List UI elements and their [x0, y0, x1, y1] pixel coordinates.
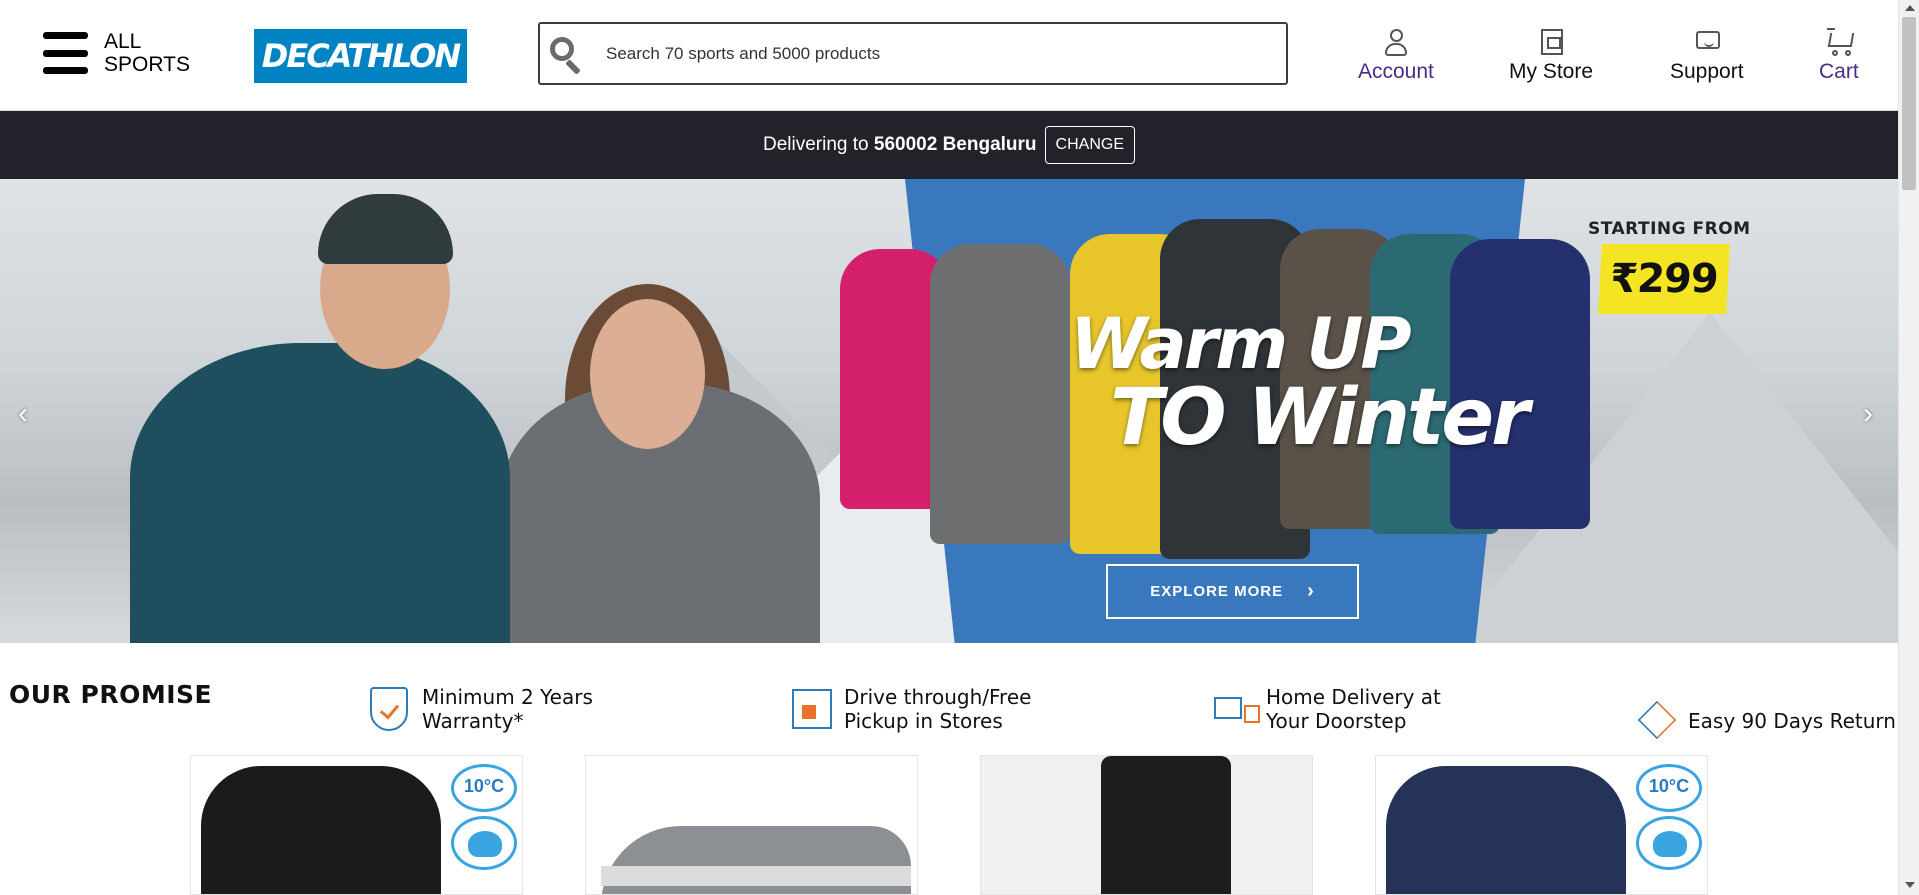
change-location-button[interactable]: CHANGE [1044, 126, 1135, 164]
page-scrollbar[interactable] [1898, 0, 1919, 895]
explore-more-label: EXPLORE MORE [1150, 583, 1284, 600]
starting-from-label: STARTING FROM [1588, 219, 1751, 239]
my-store-link[interactable]: My Store [1509, 26, 1593, 84]
delivery-location-bar: Delivering to 560002 Bengaluru CHANGE [0, 111, 1898, 179]
all-sports-menu-button[interactable]: ALL SPORTS [43, 30, 190, 76]
eco-design-icon [1636, 816, 1702, 870]
product-card[interactable] [980, 755, 1313, 895]
promise-line: Easy 90 Days Return [1688, 709, 1896, 733]
account-icon [1380, 26, 1412, 58]
hero-title-line1: Warm UP [1070, 303, 1412, 385]
temperature-badge: 10°C [1636, 764, 1702, 812]
support-label: Support [1670, 60, 1744, 83]
menu-label-line1: ALL [104, 30, 142, 53]
chevron-right-icon: › [1307, 580, 1315, 602]
scroll-down-arrow-icon[interactable] [1905, 882, 1915, 888]
promise-warranty-text: Minimum 2 Years Warranty* [422, 685, 593, 733]
search-icon[interactable] [546, 34, 586, 75]
store-icon [1535, 26, 1567, 58]
site-header: ALL SPORTS DECATHLON Account My Store Su… [0, 0, 1898, 111]
promise-returns-text: Easy 90 Days Return [1688, 709, 1896, 733]
scroll-up-arrow-icon[interactable] [1905, 5, 1915, 11]
warranty-shield-icon [368, 685, 412, 733]
scrollbar-thumb[interactable] [1902, 17, 1916, 190]
account-label: Account [1358, 60, 1434, 83]
promise-line: Pickup in Stores [844, 709, 1003, 733]
cart-icon [1823, 26, 1855, 58]
account-link[interactable]: Account [1358, 26, 1434, 84]
product-card[interactable]: 10°C [1375, 755, 1708, 895]
promise-line: Home Delivery at [1266, 685, 1441, 709]
product-image-track-pants [1101, 756, 1231, 894]
delivery-text: Delivering to 560002 Bengaluru [763, 134, 1037, 156]
product-image-navy-jacket [1386, 766, 1626, 894]
cart-label: Cart [1819, 60, 1859, 83]
carousel-prev-arrow-icon[interactable]: ‹ [18, 397, 28, 431]
return-arrows-icon [1634, 697, 1678, 745]
promise-pickup-text: Drive through/Free Pickup in Stores [844, 685, 1031, 733]
temperature-badge: 10°C [451, 764, 517, 812]
promise-line: Warranty* [422, 709, 524, 733]
explore-more-button[interactable]: EXPLORE MORE › [1106, 564, 1359, 619]
promise-line: Drive through/Free [844, 685, 1032, 709]
our-promise-section: OUR PROMISE Minimum 2 Years Warranty* Dr… [0, 643, 1898, 753]
price-badge: ₹299 [1598, 244, 1730, 314]
hero-carousel[interactable]: Warm UP TO Winter STARTING FROM ₹299 EXP… [0, 179, 1898, 643]
promise-line: Minimum 2 Years [422, 685, 593, 709]
support-link[interactable]: Support [1670, 26, 1744, 84]
product-image-running-shoe [601, 826, 911, 894]
promise-item-warranty: Minimum 2 Years Warranty* [368, 685, 593, 733]
hiker-man [130, 343, 510, 643]
product-image-black-jacket [201, 766, 441, 894]
promise-delivery-text: Home Delivery at Your Doorstep [1266, 685, 1441, 733]
support-chat-icon [1691, 26, 1723, 58]
search-bar [538, 22, 1288, 85]
jacket-grey [930, 244, 1070, 544]
promise-item-returns: Easy 90 Days Return [1634, 697, 1896, 745]
carousel-next-arrow-icon[interactable]: › [1863, 397, 1873, 431]
all-sports-label: ALL SPORTS [104, 30, 190, 76]
hero-title: Warm UP TO Winter [1070, 303, 1530, 463]
product-card[interactable]: 10°C [190, 755, 523, 895]
cart-link[interactable]: Cart [1819, 26, 1859, 84]
eco-design-icon [451, 816, 517, 870]
hamburger-icon [43, 32, 88, 74]
promise-title: OUR PROMISE [9, 680, 213, 709]
promise-line: Your Doorstep [1266, 709, 1407, 733]
promise-item-pickup: Drive through/Free Pickup in Stores [790, 685, 1031, 733]
decathlon-logo[interactable]: DECATHLON [254, 29, 467, 83]
hiker-woman-face [590, 299, 705, 449]
hiker-man-beanie [318, 194, 453, 264]
store-pickup-icon [790, 685, 834, 733]
my-store-label: My Store [1509, 60, 1594, 83]
delivery-location: 560002 Bengaluru [873, 134, 1037, 155]
hero-title-line2: TO Winter [1110, 373, 1530, 463]
promise-item-delivery: Home Delivery at Your Doorstep [1212, 685, 1441, 733]
menu-label-line2: SPORTS [104, 53, 190, 76]
product-card[interactable] [585, 755, 918, 895]
search-input[interactable] [606, 43, 1246, 64]
delivery-prefix: Delivering to [763, 134, 869, 155]
logo-text: DECATHLON [261, 37, 461, 75]
delivery-truck-icon [1212, 685, 1260, 733]
